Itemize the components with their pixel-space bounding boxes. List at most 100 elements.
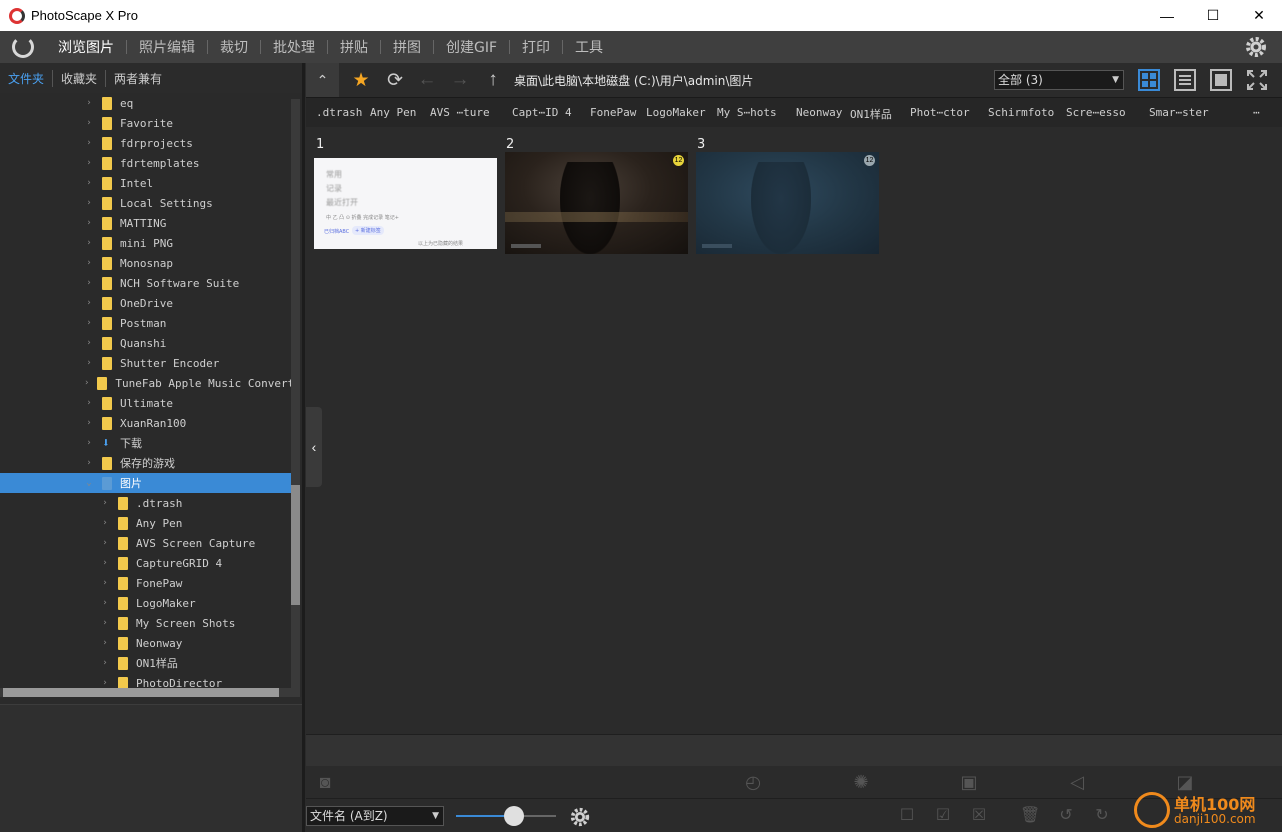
deselect-icon[interactable]: ☒ <box>969 806 989 826</box>
single-view-icon[interactable] <box>1210 69 1232 91</box>
favorite-folder-link[interactable]: My S⋯hots <box>717 106 777 119</box>
expand-chevron-icon[interactable]: › <box>84 358 94 368</box>
expand-chevron-icon[interactable]: › <box>84 218 94 228</box>
tree-vertical-scroll-thumb[interactable] <box>291 485 300 605</box>
tree-item[interactable]: › Local Settings <box>0 193 291 213</box>
menu-item[interactable]: 工具 <box>563 37 615 57</box>
select-none-icon[interactable]: ☐ <box>897 806 917 826</box>
expand-chevron-icon[interactable]: › <box>84 158 94 168</box>
expand-chevron-icon[interactable]: › <box>84 198 94 208</box>
favorite-folder-link[interactable]: AVS ⋯ture <box>430 106 490 119</box>
expand-chevron-icon[interactable]: › <box>100 538 110 548</box>
tree-item[interactable]: › fdrtemplates <box>0 153 291 173</box>
tree-item[interactable]: › Favorite <box>0 113 291 133</box>
thumbnail-image-1[interactable]: 常用 记录 最近打开 中 乙 凸 ⊙ 折叠 完成记录 笔记+ 已归档ABC + … <box>314 158 497 249</box>
star-icon[interactable]: ★ <box>350 69 372 91</box>
expand-chevron-icon[interactable]: › <box>84 458 94 468</box>
tree-item[interactable]: › .dtrash <box>0 493 291 513</box>
tree-item[interactable]: › FonePaw <box>0 573 291 593</box>
tree-item[interactable]: › Monosnap <box>0 253 291 273</box>
expand-chevron-icon[interactable]: › <box>84 278 94 288</box>
list-view-icon[interactable] <box>1174 69 1196 91</box>
expand-chevron-icon[interactable]: › <box>84 178 94 188</box>
tree-item[interactable]: › NCH Software Suite <box>0 273 291 293</box>
forward-arrow-icon[interactable]: → <box>449 69 471 91</box>
favorite-folder-link[interactable]: Smar⋯ster <box>1149 106 1209 119</box>
thumbnail-settings-gear-icon[interactable] <box>569 806 591 828</box>
favorite-folder-link[interactable]: .dtrash <box>316 106 362 119</box>
tree-item[interactable]: › 保存的游戏 <box>0 453 291 473</box>
minimize-button[interactable]: — <box>1144 0 1190 31</box>
favorite-folder-link[interactable]: ⋯ <box>1253 106 1260 119</box>
tree-item[interactable]: › eq <box>0 93 291 113</box>
tree-item[interactable]: › Quanshi <box>0 333 291 353</box>
rotate-left-icon[interactable]: ↺ <box>1056 806 1076 826</box>
expand-chevron-icon[interactable]: › <box>84 298 94 308</box>
expand-chevron-icon[interactable]: › <box>100 678 110 688</box>
rotate-right-icon[interactable]: ↻ <box>1092 806 1112 826</box>
favorite-folder-link[interactable]: Neonway <box>796 106 842 119</box>
expand-chevron-icon[interactable]: › <box>84 338 94 348</box>
select-all-icon[interactable]: ☑ <box>933 806 953 826</box>
zoom-slider-thumb[interactable] <box>504 806 524 826</box>
menu-item[interactable]: 创建GIF <box>434 37 509 57</box>
tree-item[interactable]: › mini PNG <box>0 233 291 253</box>
favorite-folder-link[interactable]: ON1样品 <box>850 106 892 122</box>
thumbnail-image-2[interactable]: 12 <box>505 152 688 254</box>
expand-chevron-icon[interactable]: › <box>84 378 89 388</box>
menu-item[interactable]: 照片编辑 <box>127 37 207 57</box>
expand-chevron-icon[interactable]: › <box>100 558 110 568</box>
expand-chevron-icon[interactable]: › <box>84 118 94 128</box>
expand-chevron-icon[interactable]: › <box>100 598 110 608</box>
tab-folders[interactable]: 文件夹 <box>0 69 54 87</box>
expand-chevron-icon[interactable]: › <box>84 318 94 328</box>
tree-item[interactable]: › OneDrive <box>0 293 291 313</box>
tree-item[interactable]: › Intel <box>0 173 291 193</box>
collapse-left-panel-button[interactable]: ‹ <box>306 407 322 487</box>
sort-select[interactable]: 文件名 (A到Z) ▼ <box>306 806 444 826</box>
tree-vertical-scrollbar[interactable] <box>291 99 300 697</box>
tree-item[interactable]: › Shutter Encoder <box>0 353 291 373</box>
tree-item[interactable]: › ⬇ 下载 <box>0 433 291 453</box>
favorite-folder-link[interactable]: Any Pen <box>370 106 416 119</box>
expand-chevron-icon[interactable]: › <box>84 138 94 148</box>
grid-view-icon[interactable] <box>1138 69 1160 91</box>
refresh-icon[interactable]: ⟳ <box>384 69 406 91</box>
favorite-folder-link[interactable]: Capt⋯ID 4 <box>512 106 572 119</box>
menu-item[interactable]: 拼贴 <box>328 37 380 57</box>
tree-item[interactable]: › ON1样品 <box>0 653 291 673</box>
favorite-folder-link[interactable]: Phot⋯ctor <box>910 106 970 119</box>
expand-chevron-icon[interactable]: › <box>84 398 94 408</box>
photoscape-logo-icon[interactable] <box>12 36 34 58</box>
tree-item[interactable]: › Any Pen <box>0 513 291 533</box>
menu-item[interactable]: 裁切 <box>208 37 260 57</box>
tree-item[interactable]: › My Screen Shots <box>0 613 291 633</box>
favorite-folder-link[interactable]: Schirmfoto <box>988 106 1054 119</box>
trash-icon[interactable]: 🗑 <box>1020 806 1040 826</box>
up-arrow-icon[interactable]: ↑ <box>482 69 504 91</box>
fullscreen-icon[interactable] <box>1246 69 1268 91</box>
gear-icon[interactable] <box>1244 35 1268 59</box>
back-arrow-icon[interactable]: ← <box>416 69 438 91</box>
tree-item[interactable]: › Postman <box>0 313 291 333</box>
expand-chevron-icon[interactable]: › <box>84 98 94 108</box>
menu-item[interactable]: 打印 <box>510 37 562 57</box>
expand-chevron-icon[interactable]: › <box>84 258 94 268</box>
tab-both[interactable]: 两者兼有 <box>106 70 170 87</box>
expand-chevron-icon[interactable]: › <box>100 498 110 508</box>
expand-chevron-icon[interactable]: › <box>84 438 94 448</box>
panel-divider[interactable] <box>302 63 305 832</box>
tree-item[interactable]: › XuanRan100 <box>0 413 291 433</box>
tree-item[interactable]: ⌄ 图片 <box>0 473 291 493</box>
file-filter-select[interactable]: 全部 (3) ▼ <box>994 70 1124 90</box>
expand-chevron-icon[interactable]: › <box>100 658 110 668</box>
tree-item[interactable]: › Ultimate <box>0 393 291 413</box>
tree-item[interactable]: › Neonway <box>0 633 291 653</box>
expand-chevron-icon[interactable]: › <box>100 638 110 648</box>
tree-item[interactable]: › LogoMaker <box>0 593 291 613</box>
tree-item[interactable]: › TuneFab Apple Music Converter <box>0 373 291 393</box>
tree-item[interactable]: › MATTING <box>0 213 291 233</box>
expand-chevron-icon[interactable]: › <box>84 238 94 248</box>
tab-favorites[interactable]: 收藏夹 <box>53 69 107 87</box>
expand-chevron-icon[interactable]: › <box>100 618 110 628</box>
